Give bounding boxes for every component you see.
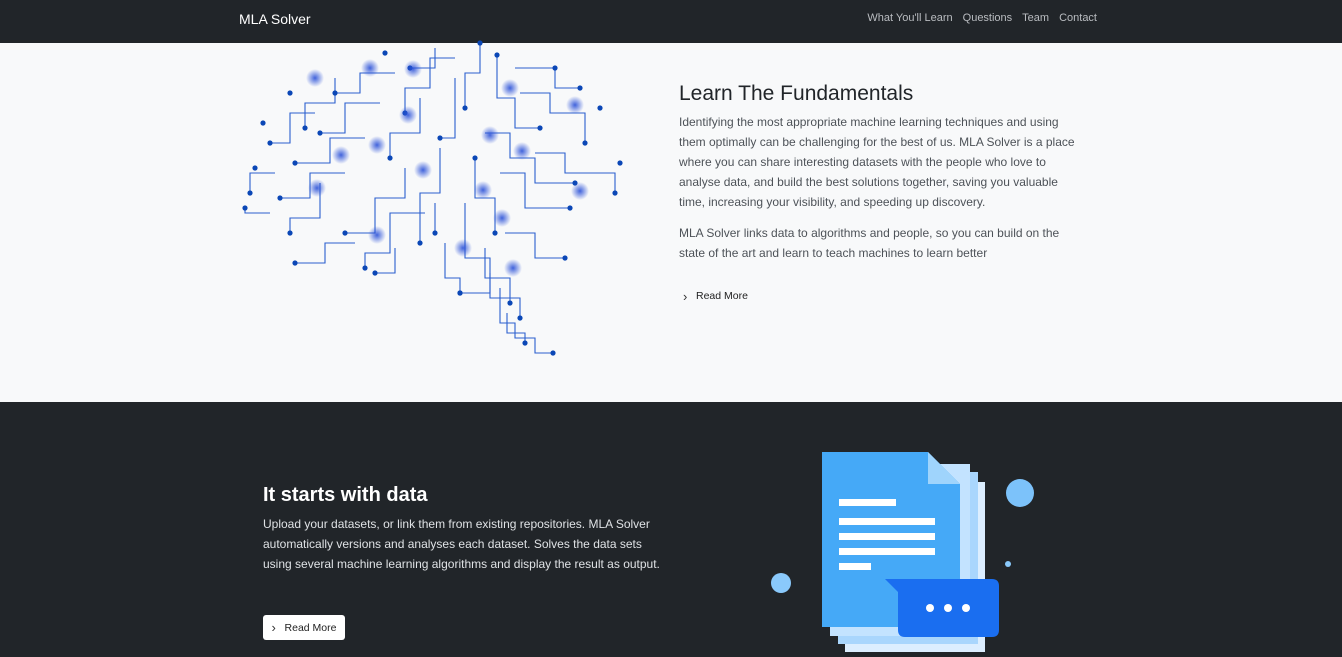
- nav-links: What You'll Learn Questions Team Contact: [867, 12, 1097, 24]
- fundamentals-read-more-button[interactable]: › Read More: [683, 286, 748, 306]
- navbar: MLA Solver What You'll Learn Questions T…: [0, 0, 1342, 43]
- chevron-right-icon: ›: [271, 620, 276, 635]
- read-more-label: Read More: [696, 290, 748, 302]
- nav-questions[interactable]: Questions: [963, 12, 1013, 24]
- fundamentals-title: Learn The Fundamentals: [679, 82, 914, 105]
- fundamentals-paragraph-2: MLA Solver links data to algorithms and …: [679, 226, 1060, 260]
- data-read-more-button[interactable]: › Read More: [263, 615, 345, 640]
- read-more-label: Read More: [284, 621, 337, 634]
- circuit-brain-illustration: [242, 40, 623, 356]
- nav-what-youll-learn[interactable]: What You'll Learn: [867, 12, 952, 24]
- documents-chat-illustration: [771, 452, 1034, 652]
- chevron-right-icon: ›: [683, 288, 688, 304]
- brand-logo[interactable]: MLA Solver: [239, 11, 311, 27]
- nav-team[interactable]: Team: [1022, 12, 1049, 24]
- fundamentals-section: [0, 43, 1342, 402]
- data-section-title: It starts with data: [263, 484, 428, 506]
- fundamentals-paragraph-1: Identifying the most appropriate machine…: [679, 115, 1075, 209]
- data-section-paragraph: Upload your datasets, or link them from …: [263, 517, 660, 571]
- nav-contact[interactable]: Contact: [1059, 12, 1097, 24]
- data-section: [0, 402, 1342, 657]
